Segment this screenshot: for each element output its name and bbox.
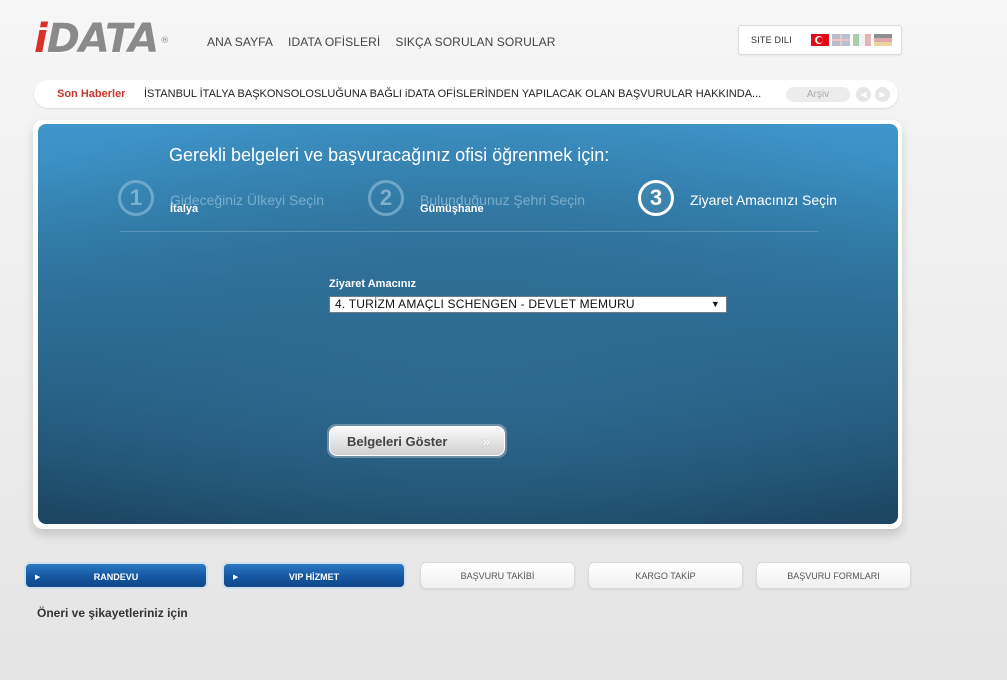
play-arrow-icon: ▶	[233, 574, 239, 581]
purpose-field-label: Ziyaret Amacınız	[329, 278, 417, 290]
appointment-button[interactable]: ▶ RANDEVU	[24, 562, 208, 589]
turkey-flag-icon[interactable]	[811, 34, 829, 46]
top-navigation: ANA SAYFA iDATA OFİSLERİ SIKÇA SORULAN S…	[207, 35, 556, 49]
play-arrow-icon: ▶	[35, 574, 41, 581]
news-ticker: Son Haberler İSTANBUL İTALYA BAŞKONSOLOS…	[34, 80, 898, 108]
vip-service-label: VIP HİZMET	[288, 572, 340, 582]
wizard-panel: Gerekli belgeleri ve başvuracağınız ofis…	[38, 124, 898, 524]
nav-offices-link[interactable]: iDATA OFİSLERİ	[288, 35, 380, 49]
cargo-tracking-button[interactable]: KARGO TAKİP	[588, 562, 743, 589]
application-tracking-label: BAŞVURU TAKİBİ	[460, 571, 535, 581]
purpose-select[interactable]: 4. TURİZM AMAÇLI SCHENGEN - DEVLET MEMUR…	[329, 296, 727, 313]
logo-i-letter: i	[34, 16, 48, 62]
step-value: İtalya	[170, 203, 199, 215]
show-documents-button-face: Belgeleri Göster »	[329, 426, 505, 456]
appointment-label: RANDEVU	[93, 572, 139, 582]
vip-service-button[interactable]: ▶ VIP HİZMET	[222, 562, 406, 589]
cargo-tracking-label: KARGO TAKİP	[635, 571, 696, 581]
show-documents-button[interactable]: Belgeleri Göster »	[327, 424, 507, 458]
news-next-icon[interactable]: ▶	[875, 87, 890, 102]
news-headline-link[interactable]: İSTANBUL İTALYA BAŞKONSOLOSLUĞUNA BAĞLI …	[144, 88, 761, 100]
dropdown-arrow-icon: ▼	[710, 299, 720, 309]
italy-flag-icon[interactable]	[853, 34, 871, 46]
show-documents-label: Belgeleri Göster	[347, 434, 448, 449]
feedback-link[interactable]: Öneri ve şikayetleriniz için	[37, 606, 188, 620]
archive-button[interactable]: Arşiv	[786, 87, 850, 102]
step-value: Gümüşhane	[420, 203, 484, 215]
steps-divider	[120, 231, 818, 232]
step-number-circle: 2	[368, 180, 404, 216]
germany-flag-icon[interactable]	[874, 34, 892, 46]
logo-text: DATA	[46, 16, 159, 62]
idata-logo[interactable]: iDATA ®	[34, 16, 169, 62]
registered-mark: ®	[160, 36, 169, 46]
double-chevron-right-icon: »	[482, 434, 490, 449]
language-label: SITE DILI	[751, 35, 792, 45]
wizard-title: Gerekli belgeleri ve başvuracağınız ofis…	[169, 145, 610, 165]
step-number-circle: 3	[638, 180, 674, 216]
application-forms-button[interactable]: BAŞVURU FORMLARI	[756, 562, 911, 589]
news-prev-icon[interactable]: ◀	[856, 87, 871, 102]
nav-home-link[interactable]: ANA SAYFA	[207, 35, 273, 49]
step-label: Ziyaret Amacınızı Seçin	[690, 192, 838, 208]
nav-faq-link[interactable]: SIKÇA SORULAN SORULAR	[395, 35, 555, 49]
uk-flag-icon[interactable]	[832, 34, 850, 46]
step-number-circle: 1	[118, 180, 154, 216]
purpose-selected-value: 4. TURİZM AMAÇLI SCHENGEN - DEVLET MEMUR…	[335, 297, 635, 311]
news-label: Son Haberler	[57, 88, 126, 100]
application-forms-label: BAŞVURU FORMLARI	[787, 571, 880, 581]
application-tracking-button[interactable]: BAŞVURU TAKİBİ	[420, 562, 575, 589]
language-selector: SITE DILI	[738, 25, 902, 55]
